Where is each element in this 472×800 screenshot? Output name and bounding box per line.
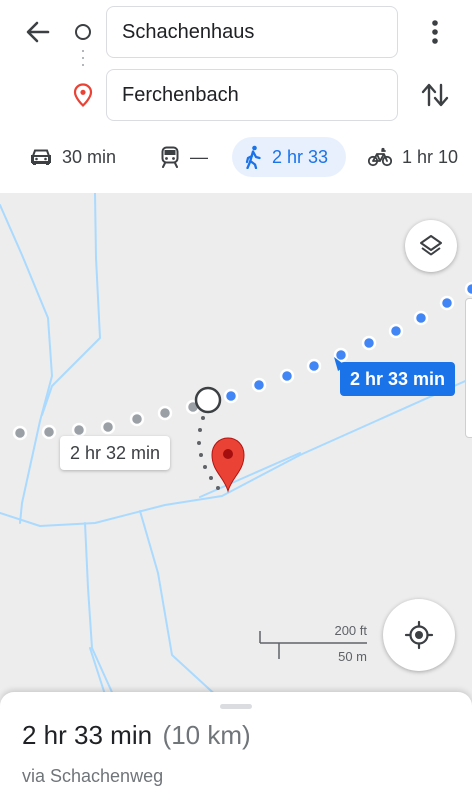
train-icon [161,146,179,168]
walk-icon [245,145,261,169]
mode-tab-bike[interactable]: 1 hr 10 [368,137,458,177]
waypoint-connector [82,50,84,74]
map-view[interactable]: 2 hr 32 min 2 hr 33 min 200 ft 50 m [0,193,472,710]
scale-label-meters: 50 m [338,649,367,664]
sheet-drag-handle[interactable] [220,704,252,709]
route-distance: (10 km) [162,720,251,750]
my-location-icon [404,620,434,650]
arrow-left-icon [26,21,50,43]
swap-waypoints-button[interactable] [418,78,452,112]
route-summary: 2 hr 33 min (10 km) [22,720,251,751]
map-scale: 200 ft 50 m [259,623,369,665]
car-icon [31,149,51,165]
mode-tab-transit[interactable]: — [160,137,208,177]
origin-circle-icon [75,24,91,40]
side-panel-handle[interactable] [465,298,472,438]
bike-icon [368,147,392,167]
mode-label-bike: 1 hr 10 [402,146,459,167]
destination-pin-icon [73,83,93,108]
route-summary-sheet[interactable]: 2 hr 33 min (10 km) via Schachenweg [0,692,472,800]
back-button[interactable] [22,16,54,48]
stream [139,510,233,710]
mode-label-transit: — [190,146,208,167]
start-point-marker[interactable] [194,386,222,414]
route-duration: 2 hr 33 min [22,720,153,750]
mode-label-drive: 30 min [62,146,117,167]
directions-header: Schachenhaus Ferchenbach 30 min — 2 hr 3… [0,0,472,193]
stream [84,522,121,710]
route-via: via Schachenweg [22,766,164,786]
more-options-button[interactable] [420,16,450,48]
more-vert-icon [432,20,438,44]
alternate-route-time-label[interactable]: 2 hr 32 min [60,436,171,470]
origin-field[interactable]: Schachenhaus [106,6,398,58]
layers-icon [420,235,442,256]
scale-label-feet: 200 ft [334,623,367,638]
mode-tab-walk[interactable]: 2 hr 33 [232,137,346,177]
mode-label-walk: 2 hr 33 [272,146,329,167]
selected-route-time-label[interactable]: 2 hr 33 min [340,362,456,396]
my-location-button[interactable] [383,599,455,671]
layers-button[interactable] [405,220,457,272]
mode-tab-drive[interactable]: 30 min [30,137,116,177]
swap-vert-icon [421,83,449,107]
destination-field[interactable]: Ferchenbach [106,69,398,121]
stream [0,204,53,524]
alternate-route [12,399,201,441]
destination-map-pin[interactable] [211,437,245,493]
